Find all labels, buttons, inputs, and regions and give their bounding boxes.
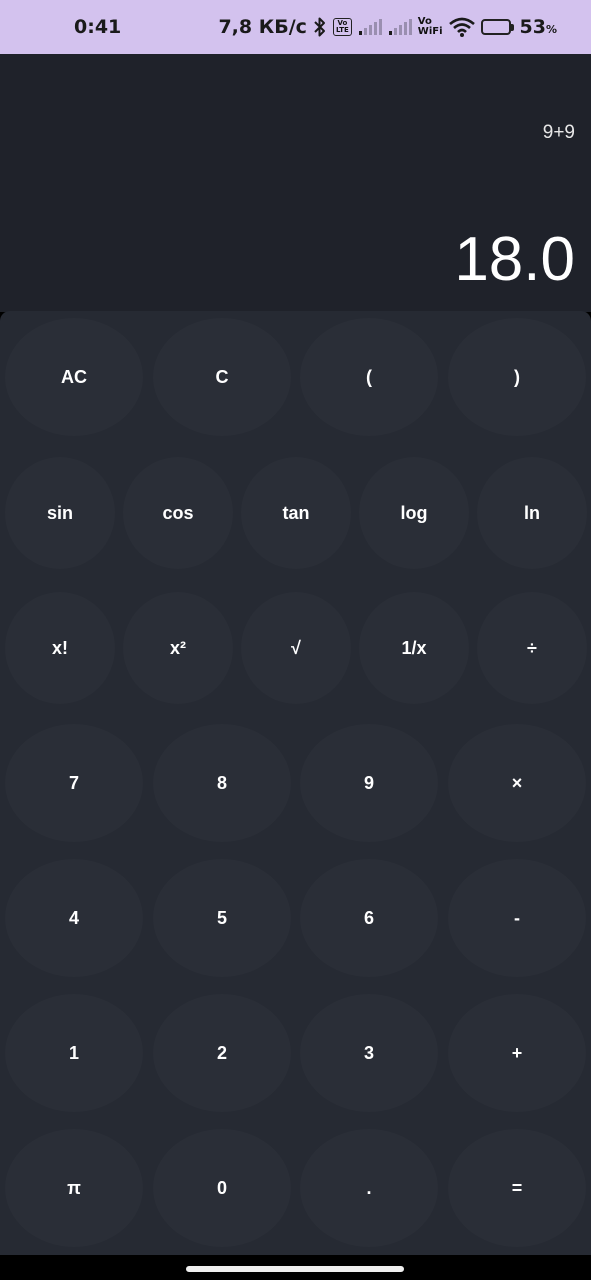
square-button[interactable]: x² [123,592,233,704]
volte-icon: Vo LTE [332,18,352,36]
keypad-row-4: 7 8 9 × [0,724,591,844]
navigation-bar [0,1255,591,1280]
ln-button[interactable]: ln [477,457,587,569]
calculator-display: 9+9 18.0 [0,54,591,312]
digit-5-button[interactable]: 5 [153,859,291,977]
digit-0-button[interactable]: 0 [153,1129,291,1247]
wifi-icon [448,17,475,37]
log-button[interactable]: log [359,457,469,569]
status-time: 0:41 [74,16,122,38]
home-gesture-handle[interactable] [186,1266,404,1272]
digit-3-button[interactable]: 3 [300,994,438,1112]
keypad-row-6: 1 2 3 + [0,994,591,1114]
result-text: 18.0 [454,225,575,294]
open-paren-button[interactable]: ( [300,318,438,436]
sin-button[interactable]: sin [5,457,115,569]
vowifi-icon: Vo WiFi [417,16,443,37]
clear-button[interactable]: C [153,318,291,436]
keypad-row-5: 4 5 6 - [0,859,591,979]
multiply-button[interactable]: × [448,724,586,842]
keypad-row-7: π 0 . = [0,1129,591,1249]
sqrt-button[interactable]: √ [241,592,351,704]
digit-6-button[interactable]: 6 [300,859,438,977]
digit-7-button[interactable]: 7 [5,724,143,842]
digit-8-button[interactable]: 8 [153,724,291,842]
equals-button[interactable]: = [448,1129,586,1247]
battery-percent: 53% [519,16,557,38]
signal-icon-sim2 [388,18,412,36]
status-bar: 0:41 7,8 КБ/с Vo LTE Vo WiFi 53% [0,0,591,54]
signal-icon-sim1 [358,18,382,36]
digit-2-button[interactable]: 2 [153,994,291,1112]
expression-text: 9+9 [542,122,575,143]
tan-button[interactable]: tan [241,457,351,569]
all-clear-button[interactable]: AC [5,318,143,436]
divide-button[interactable]: ÷ [477,592,587,704]
subtract-button[interactable]: - [448,859,586,977]
close-paren-button[interactable]: ) [448,318,586,436]
status-icons: 7,8 КБ/с Vo LTE Vo WiFi 53% [218,16,557,38]
cos-button[interactable]: cos [123,457,233,569]
keypad-row-1: AC C ( ) [0,318,591,438]
digit-4-button[interactable]: 4 [5,859,143,977]
keypad-row-2: sin cos tan log ln [0,457,591,577]
keypad: AC C ( ) sin cos tan log ln x! x² √ 1/x … [0,311,591,1255]
keypad-row-3: x! x² √ 1/x ÷ [0,592,591,712]
pi-button[interactable]: π [5,1129,143,1247]
decimal-point-button[interactable]: . [300,1129,438,1247]
factorial-button[interactable]: x! [5,592,115,704]
network-speed: 7,8 КБ/с [218,16,307,38]
digit-9-button[interactable]: 9 [300,724,438,842]
add-button[interactable]: + [448,994,586,1112]
reciprocal-button[interactable]: 1/x [359,592,469,704]
battery-icon [480,19,514,35]
digit-1-button[interactable]: 1 [5,994,143,1112]
bluetooth-icon [313,16,327,38]
